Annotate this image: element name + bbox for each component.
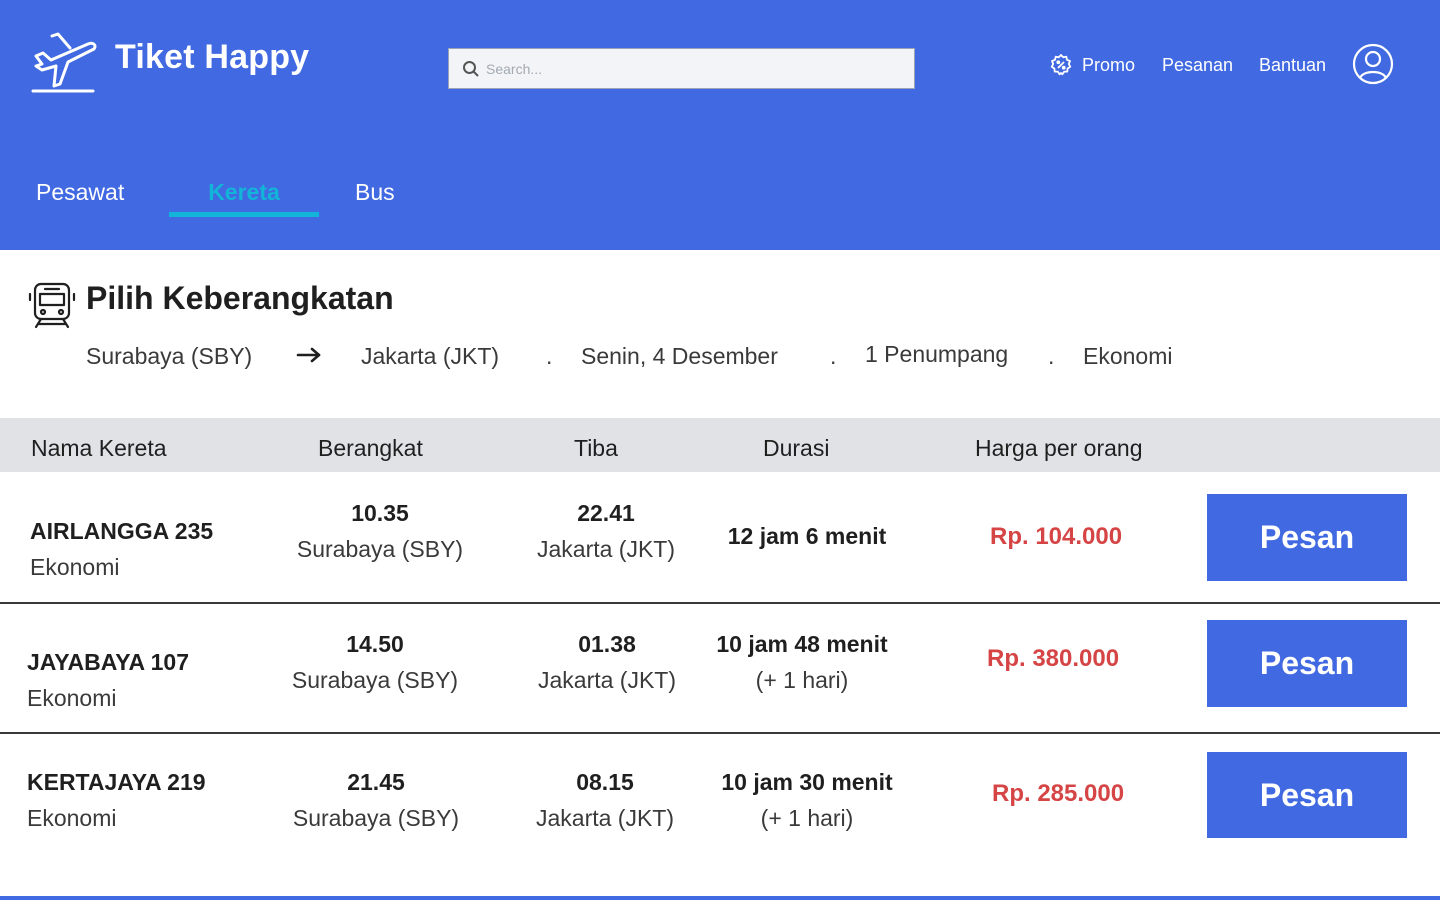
top-header: Tiket Happy Promo Pesanan Bantuan Pesawa… [0, 0, 1440, 250]
search-icon [463, 60, 479, 77]
promo-badge-icon [1050, 54, 1072, 76]
search-input[interactable] [486, 60, 906, 77]
column-header-arrive: Tiba [574, 435, 618, 461]
row-divider [0, 732, 1440, 734]
price: Rp. 285.000 [992, 780, 1125, 807]
train-name: JAYABAYA 107 [27, 649, 189, 675]
active-tab-indicator [169, 212, 319, 217]
separator-dot: . [546, 343, 553, 369]
depart-station: Surabaya (SBY) [291, 667, 459, 693]
user-avatar-icon[interactable] [1352, 43, 1394, 85]
depart-time: 14.50 [346, 631, 404, 657]
nav-promo-label: Promo [1082, 54, 1136, 75]
separator-dot: . [830, 343, 837, 369]
column-header-depart: Berangkat [318, 435, 423, 461]
arrive-station: Jakarta (JKT) [535, 805, 675, 831]
column-header-price: Harga per orang [975, 435, 1143, 461]
depart-station: Surabaya (SBY) [292, 805, 460, 831]
pesan-button[interactable]: Pesan [1207, 620, 1407, 707]
arrive-time: 22.41 [577, 500, 635, 526]
train-icon [28, 282, 76, 329]
depart-station: Surabaya (SBY) [296, 536, 464, 562]
bottom-border [0, 896, 1440, 900]
price: Rp. 104.000 [990, 523, 1123, 550]
column-header-name: Nama Kereta [31, 435, 167, 461]
nav-promo[interactable]: Promo [1049, 52, 1135, 78]
origin-city: Surabaya (SBY) [86, 343, 253, 369]
destination-city: Jakarta (JKT) [361, 343, 500, 369]
travel-date: Senin, 4 Desember [581, 343, 778, 369]
page-title: Pilih Keberangkatan [86, 280, 394, 316]
price: Rp. 380.000 [987, 645, 1120, 672]
train-class: Ekonomi [30, 554, 120, 580]
train-name: KERTAJAYA 219 [27, 769, 206, 795]
arrow-right-icon [296, 347, 321, 363]
pesan-button[interactable]: Pesan [1207, 494, 1407, 581]
duration-extra-day: (+ 1 hari) [760, 805, 854, 831]
arrive-station: Jakarta (JKT) [537, 667, 677, 693]
duration-extra-day: (+ 1 hari) [755, 667, 849, 693]
row-divider [0, 602, 1440, 604]
duration: 12 jam 6 menit [727, 523, 887, 549]
train-name: AIRLANGGA 235 [30, 518, 214, 544]
duration: 10 jam 30 menit [721, 769, 893, 795]
arrive-station: Jakarta (JKT) [536, 536, 676, 562]
tab-bus[interactable]: Bus [355, 176, 395, 208]
nav-bantuan[interactable]: Bantuan [1259, 52, 1326, 78]
train-class: Ekonomi [27, 685, 117, 711]
search-bar[interactable] [448, 48, 915, 89]
column-header-duration: Durasi [763, 435, 830, 461]
depart-time: 21.45 [347, 769, 405, 795]
arrive-time: 08.15 [576, 769, 634, 795]
train-class: Ekonomi [27, 805, 117, 831]
brand-name[interactable]: Tiket Happy [115, 38, 309, 77]
arrive-time: 01.38 [578, 631, 636, 657]
pesan-button[interactable]: Pesan [1207, 752, 1407, 838]
separator-dot: . [1048, 343, 1055, 369]
depart-time: 10.35 [351, 500, 409, 526]
airplane-departure-icon[interactable] [30, 28, 98, 94]
travel-class: Ekonomi [1083, 343, 1173, 369]
tab-pesawat[interactable]: Pesawat [36, 176, 124, 208]
duration: 10 jam 48 menit [716, 631, 888, 657]
tab-kereta[interactable]: Kereta [169, 176, 319, 208]
nav-pesanan[interactable]: Pesanan [1162, 52, 1233, 78]
passenger-count: 1 Penumpang [865, 341, 1009, 367]
table-header [0, 418, 1440, 472]
